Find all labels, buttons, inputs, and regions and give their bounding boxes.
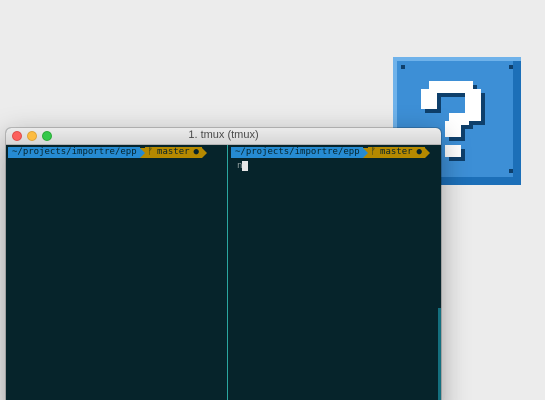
branch-icon: ᚠ <box>147 147 154 157</box>
tmux-pane-left[interactable]: ~/projects/importre/epp ᚠ master ● <box>6 145 226 400</box>
desktop: 1. tmux (tmux) ~/projects/importre/epp ᚠ… <box>0 0 545 400</box>
window-title: 1. tmux (tmux) <box>188 129 259 141</box>
command-line[interactable]: n <box>237 160 249 171</box>
branch-icon: ᚠ <box>370 147 377 157</box>
powerline-separator <box>424 147 430 158</box>
scrollbar[interactable] <box>438 308 441 400</box>
shell-prompt: ~/projects/importre/epp ᚠ master ● <box>8 147 207 158</box>
title-bar[interactable]: 1. tmux (tmux) <box>6 128 441 145</box>
prompt-path: ~/projects/importre/epp <box>231 147 363 158</box>
terminal-window[interactable]: 1. tmux (tmux) ~/projects/importre/epp ᚠ… <box>6 128 441 400</box>
prompt-path: ~/projects/importre/epp <box>8 147 140 158</box>
shell-prompt: ~/projects/importre/epp ᚠ master ● <box>231 147 430 158</box>
git-branch: master <box>380 147 413 157</box>
pane-divider[interactable] <box>227 145 228 400</box>
git-segment: ᚠ master ● <box>367 147 425 158</box>
git-segment: ᚠ master ● <box>144 147 202 158</box>
git-status-dot: ● <box>416 147 422 157</box>
tmux-pane-right[interactable]: ~/projects/importre/epp ᚠ master ● n <box>229 145 441 400</box>
git-status-dot: ● <box>193 147 199 157</box>
powerline-separator <box>201 147 207 158</box>
cursor <box>242 160 249 171</box>
git-branch: master <box>157 147 190 157</box>
